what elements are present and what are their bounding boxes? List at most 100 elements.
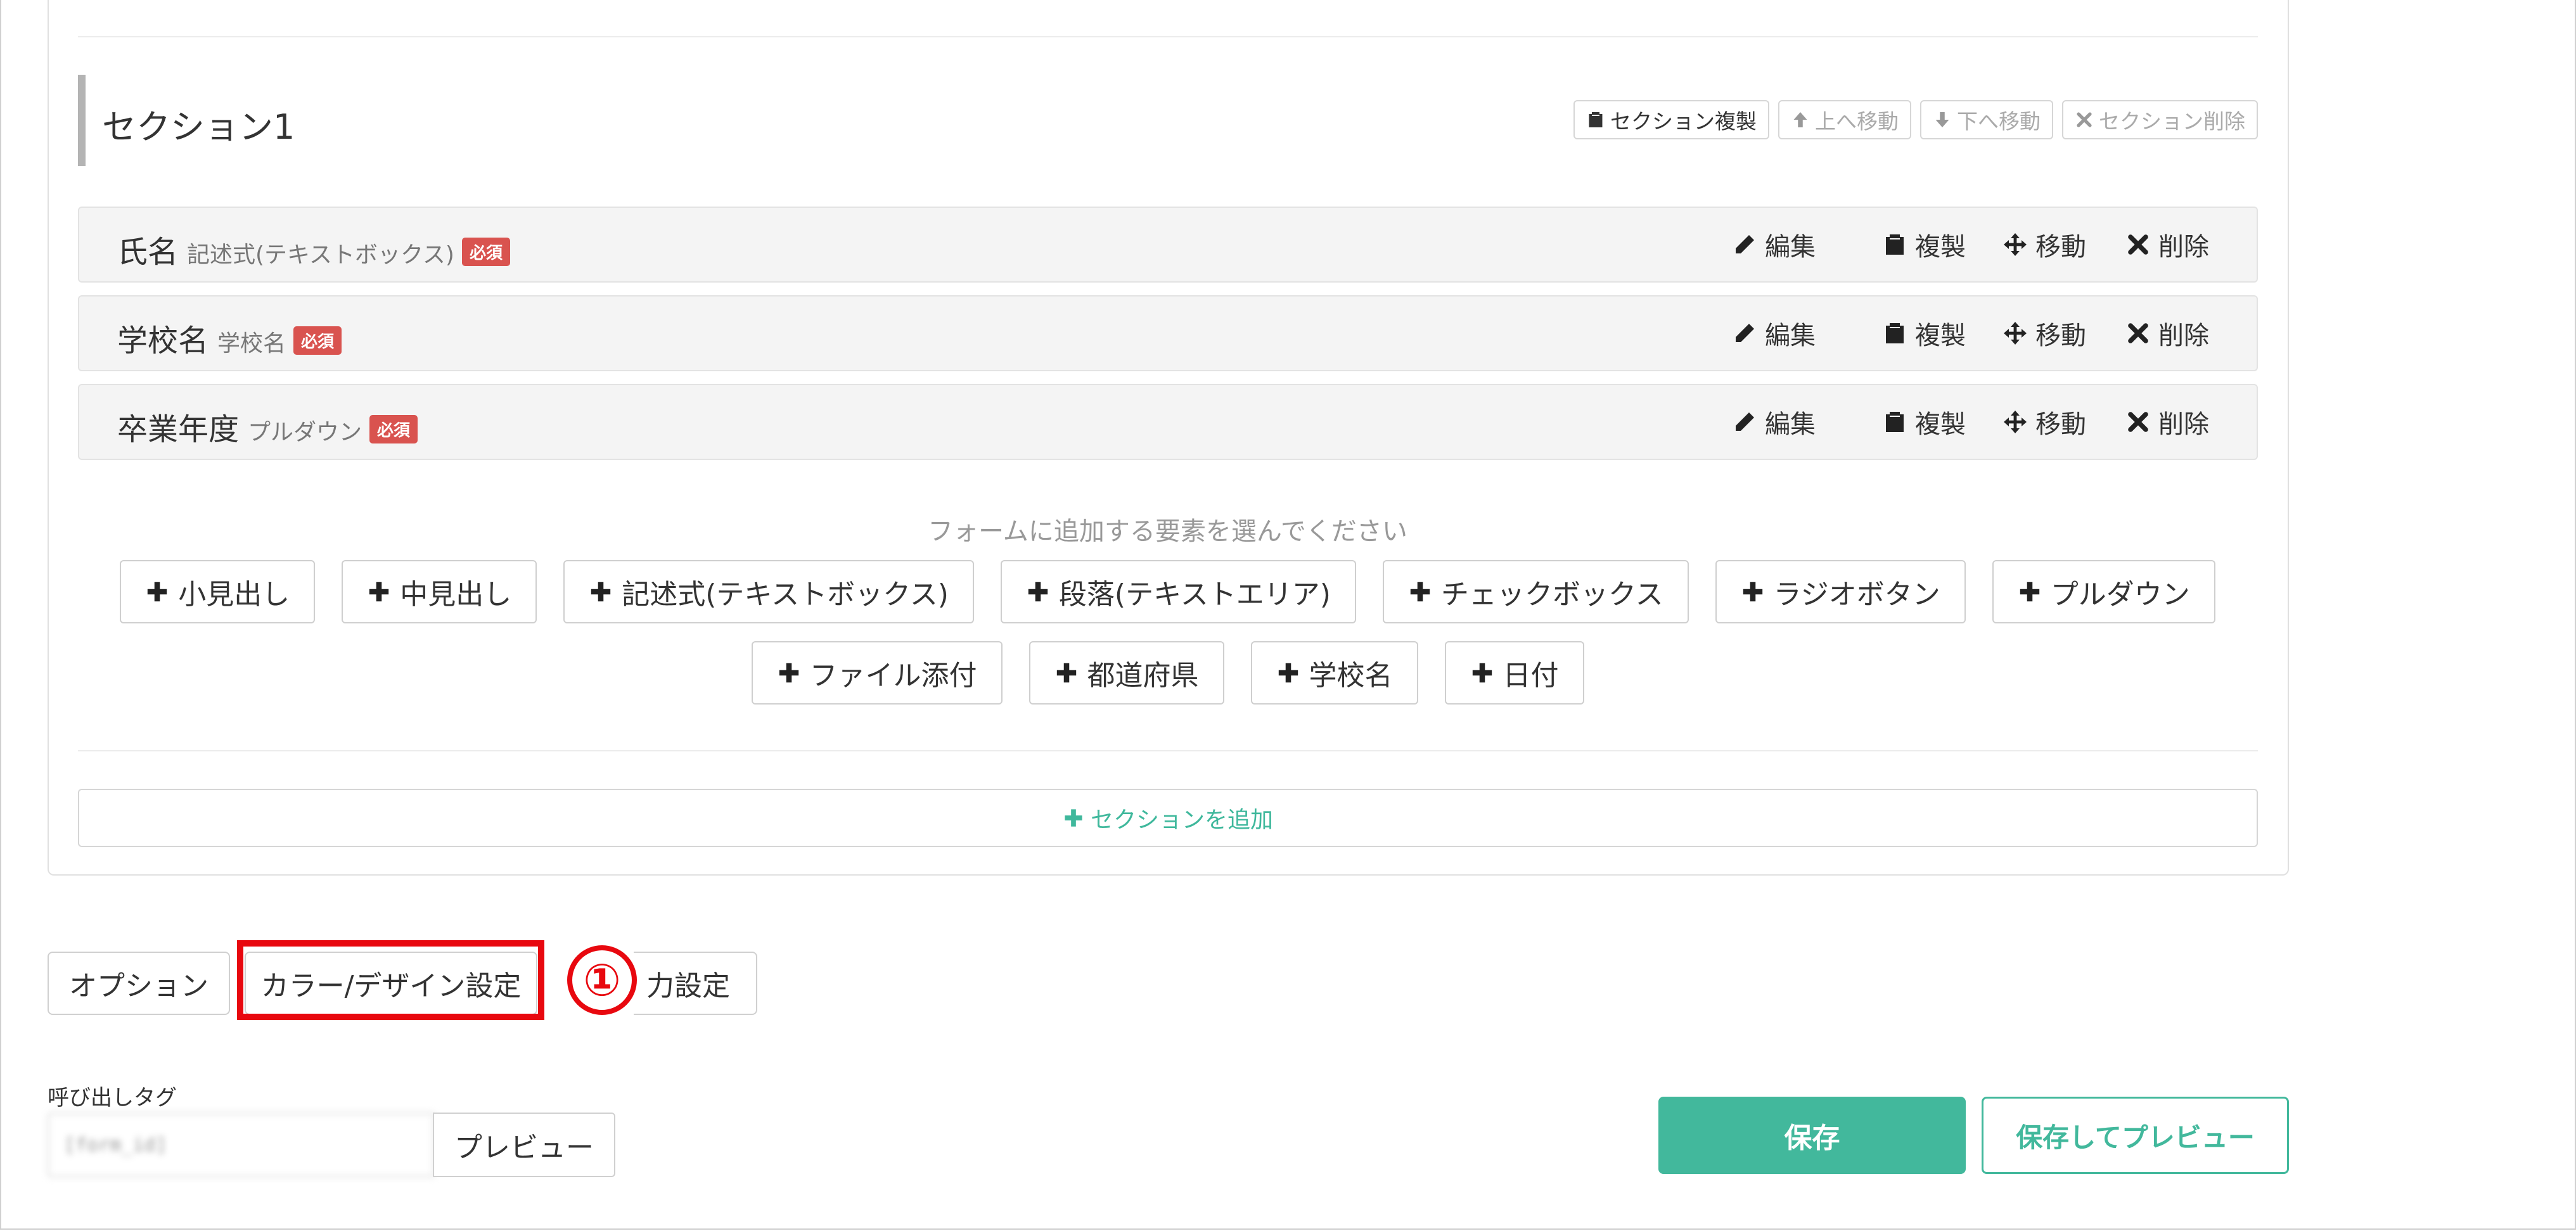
plus-icon — [779, 663, 798, 683]
plus-icon — [369, 582, 389, 602]
plus-icon — [1056, 663, 1076, 683]
add-button-label: ファイル添付 — [809, 660, 977, 692]
delete-label: 削除 — [2158, 410, 2209, 439]
move-icon — [2004, 411, 2027, 433]
preview-button[interactable]: プレビュー — [433, 1113, 615, 1177]
move-icon — [2004, 233, 2027, 256]
edit-button[interactable]: 編集 — [1732, 404, 1816, 440]
add-section-button[interactable]: セクションを追加 — [78, 789, 2258, 847]
arrow-down-icon — [1935, 112, 1949, 127]
pencil-icon — [1736, 412, 1754, 431]
add-button-label: プルダウン — [2050, 578, 2190, 611]
edit-button[interactable]: 編集 — [1732, 226, 1816, 263]
required-badge: 必須 — [461, 238, 510, 266]
move-button[interactable]: 移動 — [2002, 404, 2086, 440]
plus-icon — [1743, 582, 1762, 602]
close-icon — [2077, 112, 2092, 127]
delete-button[interactable]: 削除 — [2125, 404, 2209, 440]
save-button[interactable]: 保存 — [1658, 1097, 1966, 1174]
delete-section-button[interactable]: セクション削除 — [2062, 100, 2258, 139]
clipboard-icon — [1886, 412, 1904, 432]
required-badge: 必須 — [293, 326, 342, 355]
add-prefecture-button[interactable]: 都道府県 — [1028, 641, 1224, 705]
add-radio-button[interactable]: ラジオボタン — [1715, 560, 1966, 623]
plus-icon — [1410, 582, 1430, 602]
field-type: 学校名 — [217, 331, 286, 357]
plus-icon — [2020, 582, 2039, 602]
call-tag-input[interactable] — [48, 1113, 434, 1177]
move-button[interactable]: 移動 — [2002, 226, 2086, 263]
add-small-heading-button[interactable]: 小見出し — [120, 560, 316, 623]
add-button-label: 記述式(テキストボックス) — [622, 578, 949, 611]
move-button[interactable]: 移動 — [2002, 315, 2086, 352]
field-type: 記述式(テキストボックス) — [187, 242, 454, 268]
field-name: 氏名 — [117, 234, 179, 270]
add-textarea-button[interactable]: 段落(テキストエリア) — [1000, 560, 1356, 623]
add-date-button[interactable]: 日付 — [1444, 641, 1584, 705]
plus-icon — [148, 582, 167, 602]
delete-section-label: セクション削除 — [2099, 109, 2245, 134]
delete-button[interactable]: 削除 — [2125, 315, 2209, 352]
arrow-up-icon — [1793, 112, 1807, 127]
duplicate-label: 複製 — [1915, 410, 1966, 439]
duplicate-label: 複製 — [1915, 321, 1966, 350]
delete-button[interactable]: 削除 — [2125, 226, 2209, 263]
plus-icon — [1278, 663, 1298, 683]
section-divider — [78, 750, 2258, 751]
field-actions: 編集 複製 移動 削除 — [1732, 385, 2209, 459]
annotation-highlight-box — [237, 940, 544, 1020]
add-button-label: 小見出し — [178, 578, 290, 611]
pencil-icon — [1736, 235, 1754, 253]
plus-icon — [1065, 809, 1082, 827]
plus-icon — [1472, 663, 1492, 683]
field-row: 氏名 記述式(テキストボックス) 必須 編集 複製 移動 削除 — [78, 207, 2258, 283]
duplicate-button[interactable]: 複製 — [1882, 404, 1966, 440]
field-row: 学校名 学校名 必須 編集 複製 移動 削除 — [78, 295, 2258, 371]
add-button-label: 都道府県 — [1087, 660, 1199, 692]
edit-label: 編集 — [1765, 410, 1816, 439]
required-badge: 必須 — [369, 415, 418, 443]
edit-button[interactable]: 編集 — [1732, 315, 1816, 352]
close-icon — [2128, 323, 2148, 343]
add-school-name-button[interactable]: 学校名 — [1250, 641, 1418, 705]
move-label: 移動 — [2035, 233, 2086, 262]
edit-label: 編集 — [1765, 233, 1816, 262]
add-element-prompt: フォームに追加する要素を選んでください — [928, 517, 1407, 546]
move-down-label: 下へ移動 — [1957, 109, 2041, 134]
clipboard-icon — [1886, 234, 1904, 255]
add-dropdown-button[interactable]: プルダウン — [1992, 560, 2215, 623]
duplicate-section-label: セクション複製 — [1610, 109, 1757, 134]
output-settings-label: 力設定 — [646, 970, 730, 1002]
add-button-label: 日付 — [1503, 660, 1559, 692]
add-section-label: セクションを追加 — [1090, 807, 1273, 833]
move-section-down-button[interactable]: 下へ移動 — [1920, 100, 2053, 139]
options-tab[interactable]: オプション — [48, 952, 230, 1015]
duplicate-label: 複製 — [1915, 233, 1966, 262]
field-name: 卒業年度 — [117, 412, 240, 447]
pencil-icon — [1736, 324, 1754, 342]
move-label: 移動 — [2035, 321, 2086, 350]
close-icon — [2128, 234, 2148, 255]
field-actions: 編集 複製 移動 削除 — [1732, 297, 2209, 370]
add-file-upload-button[interactable]: ファイル添付 — [751, 641, 1003, 705]
save-and-preview-button[interactable]: 保存してプレビュー — [1982, 1097, 2289, 1174]
output-settings-tab[interactable]: 力設定 — [634, 952, 757, 1015]
section-accent-bar — [78, 75, 86, 166]
add-checkbox-button[interactable]: チェックボックス — [1382, 560, 1689, 623]
call-tag-label: 呼び出しタグ — [48, 1085, 177, 1111]
plus-icon — [1028, 582, 1048, 602]
add-medium-heading-button[interactable]: 中見出し — [342, 560, 537, 623]
clipboard-icon — [1589, 112, 1603, 127]
duplicate-section-button[interactable]: セクション複製 — [1573, 100, 1769, 139]
move-section-up-button[interactable]: 上へ移動 — [1778, 100, 1911, 139]
duplicate-button[interactable]: 複製 — [1882, 226, 1966, 263]
close-icon — [2128, 412, 2148, 432]
add-element-row-1: 小見出し 中見出し 記述式(テキストボックス) 段落(テキストエリア) チェック… — [0, 560, 2335, 623]
add-button-label: 中見出し — [400, 578, 512, 611]
section-title: セクション1 — [102, 107, 295, 147]
add-button-label: 段落(テキストエリア) — [1058, 578, 1331, 611]
plus-icon — [591, 582, 611, 602]
duplicate-button[interactable]: 複製 — [1882, 315, 1966, 352]
move-up-label: 上へ移動 — [1815, 109, 1899, 134]
add-textbox-button[interactable]: 記述式(テキストボックス) — [563, 560, 974, 623]
